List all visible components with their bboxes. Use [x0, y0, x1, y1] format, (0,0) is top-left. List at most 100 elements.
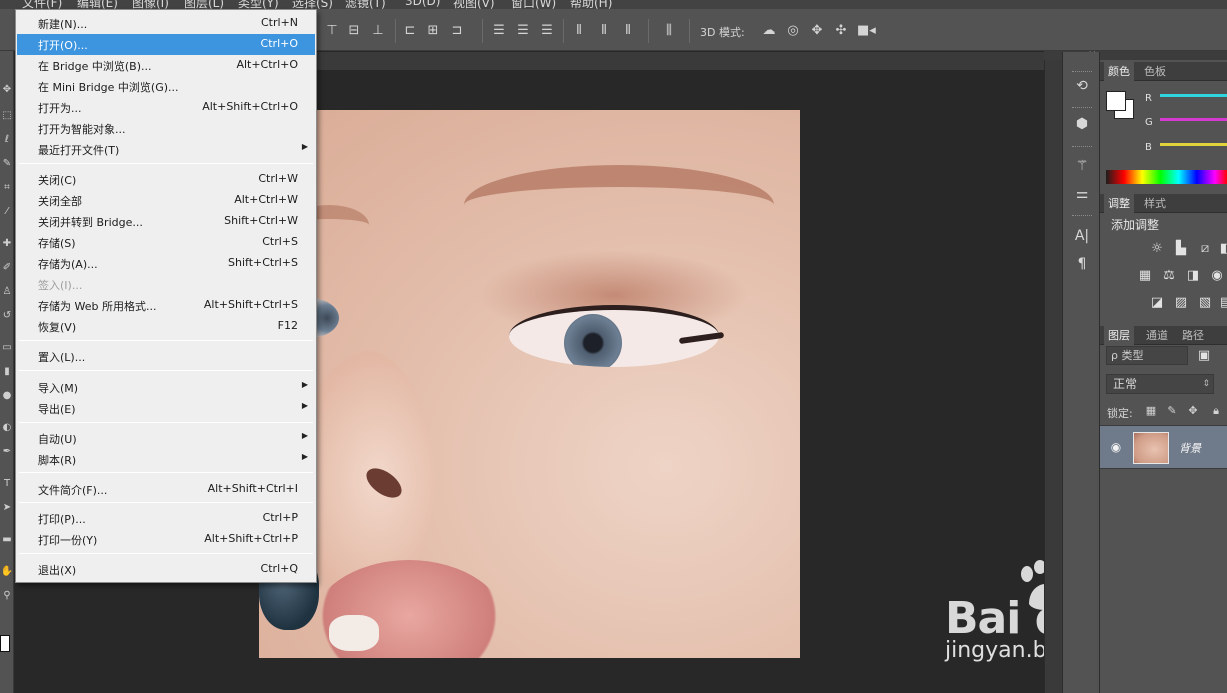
threshold-icon[interactable]: ▧ [1197, 295, 1213, 311]
menu-item-open-as-smart-object[interactable]: 打开为智能对象... [17, 118, 315, 139]
tab-adjustments[interactable]: 调整 [1104, 194, 1134, 213]
dodge-tool-icon[interactable]: ◐ [0, 421, 14, 435]
menu-type[interactable]: 类型(Y) [238, 0, 279, 9]
auto-align-icon[interactable]: ⫼ [661, 23, 677, 39]
align-right-icon[interactable]: ⊐ [449, 23, 465, 39]
menu-item-print-one-copy[interactable]: 打印一份(Y) Alt+Shift+Ctrl+P [17, 529, 315, 550]
lasso-tool-icon[interactable]: ℓ [0, 133, 14, 147]
3d-roll-icon[interactable]: ◎ [785, 23, 801, 39]
menu-item-browse-mini-bridge[interactable]: 在 Mini Bridge 中浏览(G)... [17, 76, 315, 97]
3d-panel-icon[interactable]: ⬢ [1073, 115, 1091, 133]
distribute-top-icon[interactable]: ☰ [491, 23, 507, 39]
color-spectrum[interactable] [1106, 170, 1227, 184]
red-channel-slider[interactable] [1160, 94, 1227, 97]
properties-panel-icon[interactable]: ⚌ [1073, 185, 1091, 203]
image-filter-icon[interactable]: ▣ [1196, 348, 1212, 364]
lock-position-icon[interactable]: ✥ [1187, 405, 1199, 417]
menu-item-close-all[interactable]: 关闭全部 Alt+Ctrl+W [17, 190, 315, 211]
character-panel-icon[interactable]: A| [1073, 227, 1091, 245]
document-vertical-scroll[interactable] [1044, 52, 1062, 693]
color-balance-icon[interactable]: ⚖ [1161, 268, 1177, 284]
3d-slide-icon[interactable]: ✣ [833, 23, 849, 39]
gradient-tool-icon[interactable]: ▮ [0, 365, 14, 379]
crop-tool-icon[interactable]: ⌗ [0, 181, 14, 195]
menu-file[interactable]: 文件(F) [22, 0, 62, 9]
curves-icon[interactable]: ⧄ [1197, 241, 1213, 257]
shape-tool-icon[interactable]: ▬ [0, 533, 14, 547]
pen-tool-icon[interactable]: ✒ [0, 445, 14, 459]
align-top-icon[interactable]: ⊤ [324, 23, 340, 39]
brush-tool-icon[interactable]: ✐ [0, 261, 14, 275]
foreground-color-swatch[interactable] [1106, 91, 1126, 111]
blend-mode-select[interactable]: 正常 ⇕ [1106, 374, 1214, 394]
brightness-icon[interactable]: ☼ [1149, 241, 1165, 257]
tab-color[interactable]: 颜色 [1104, 62, 1134, 81]
menu-item-export[interactable]: 导出(E) ▶ [17, 398, 315, 419]
blue-channel-slider[interactable] [1160, 143, 1227, 146]
menu-item-save-as[interactable]: 存储为(A)... Shift+Ctrl+S [17, 253, 315, 274]
layer-row[interactable]: ◉ 背景 [1100, 425, 1227, 469]
levels-icon[interactable]: ▙ [1173, 241, 1189, 257]
tab-swatches[interactable]: 色板 [1140, 62, 1170, 81]
align-bottom-icon[interactable]: ⊥ [370, 23, 386, 39]
menu-item-close-go-bridge[interactable]: 关闭并转到 Bridge... Shift+Ctrl+W [17, 211, 315, 232]
menu-window[interactable]: 窗口(W) [511, 0, 556, 9]
menu-filter[interactable]: 滤镜(T) [345, 0, 386, 9]
green-channel-slider[interactable] [1160, 118, 1227, 121]
history-brush-tool-icon[interactable]: ↺ [0, 309, 14, 323]
distribute-right-icon[interactable]: ⫴ [620, 23, 636, 39]
menu-image[interactable]: 图像(I) [132, 0, 169, 9]
blur-tool-icon[interactable]: ● [0, 389, 14, 403]
menu-edit[interactable]: 编辑(E) [77, 0, 118, 9]
menu-item-place[interactable]: 置入(L)... [17, 346, 315, 367]
menu-item-open-as[interactable]: 打开为... Alt+Shift+Ctrl+O [17, 97, 315, 118]
distribute-hcenter-icon[interactable]: ⫴ [596, 23, 612, 39]
brush-preset-icon[interactable]: ⚚ [1073, 157, 1091, 175]
tab-paths[interactable]: 路径 [1178, 326, 1208, 345]
menu-item-exit[interactable]: 退出(X) Ctrl+Q [17, 559, 315, 580]
black-white-icon[interactable]: ◨ [1185, 268, 1201, 284]
marquee-tool-icon[interactable]: ⬚ [0, 109, 14, 123]
menu-item-new[interactable]: 新建(N)... Ctrl+N [17, 13, 315, 34]
quick-select-tool-icon[interactable]: ✎ [0, 157, 14, 171]
eyedropper-tool-icon[interactable]: ⁄ [0, 205, 14, 219]
menu-item-automate[interactable]: 自动(U) ▶ [17, 428, 315, 449]
paragraph-panel-icon[interactable]: ¶ [1073, 255, 1091, 273]
menu-item-import[interactable]: 导入(M) ▶ [17, 377, 315, 398]
path-select-tool-icon[interactable]: ➤ [0, 501, 14, 515]
menu-select[interactable]: 选择(S) [292, 0, 333, 9]
type-tool-icon[interactable]: T [0, 477, 14, 491]
tab-layers[interactable]: 图层 [1104, 326, 1134, 345]
vibrance-icon[interactable]: ▦ [1137, 268, 1153, 284]
layer-kind-filter[interactable]: ρ 类型 [1106, 346, 1188, 365]
invert-icon[interactable]: ◪ [1149, 295, 1165, 311]
posterize-icon[interactable]: ▨ [1173, 295, 1189, 311]
photo-filter-icon[interactable]: ◉ [1209, 268, 1225, 284]
visibility-eye-icon[interactable]: ◉ [1108, 440, 1124, 454]
eraser-tool-icon[interactable]: ▭ [0, 341, 14, 355]
3d-camera-icon[interactable]: ■◂ [857, 23, 876, 39]
menu-item-revert[interactable]: 恢复(V) F12 [17, 316, 315, 337]
menu-layer[interactable]: 图层(L) [184, 0, 224, 9]
menu-item-file-info[interactable]: 文件简介(F)... Alt+Shift+Ctrl+I [17, 479, 315, 500]
history-panel-icon[interactable]: ⟲ [1073, 77, 1091, 95]
image-canvas[interactable] [259, 110, 800, 658]
gradient-map-icon[interactable]: ▤ [1218, 295, 1227, 311]
align-hcenter-icon[interactable]: ⊞ [425, 23, 441, 39]
foreground-color-swatch[interactable] [0, 635, 10, 652]
align-left-icon[interactable]: ⊏ [402, 23, 418, 39]
zoom-tool-icon[interactable]: ⚲ [0, 589, 14, 603]
menu-item-scripts[interactable]: 脚本(R) ▶ [17, 449, 315, 470]
menu-item-save-for-web[interactable]: 存储为 Web 所用格式... Alt+Shift+Ctrl+S [17, 295, 315, 316]
3d-drag-icon[interactable]: ✥ [809, 23, 825, 39]
distribute-vcenter-icon[interactable]: ☰ [515, 23, 531, 39]
menu-item-close[interactable]: 关闭(C) Ctrl+W [17, 169, 315, 190]
menu-item-save[interactable]: 存储(S) Ctrl+S [17, 232, 315, 253]
lock-pixels-icon[interactable]: ✎ [1166, 405, 1178, 417]
healing-tool-icon[interactable]: ✚ [0, 237, 14, 251]
lock-all-icon[interactable]: 🔒︎ [1210, 405, 1222, 417]
menu-item-browse-bridge[interactable]: 在 Bridge 中浏览(B)... Alt+Ctrl+O [17, 55, 315, 76]
exposure-icon[interactable]: ◧ [1218, 241, 1227, 257]
menu-item-open[interactable]: 打开(O)... Ctrl+O [17, 34, 315, 55]
align-vcenter-icon[interactable]: ⊟ [346, 23, 362, 39]
